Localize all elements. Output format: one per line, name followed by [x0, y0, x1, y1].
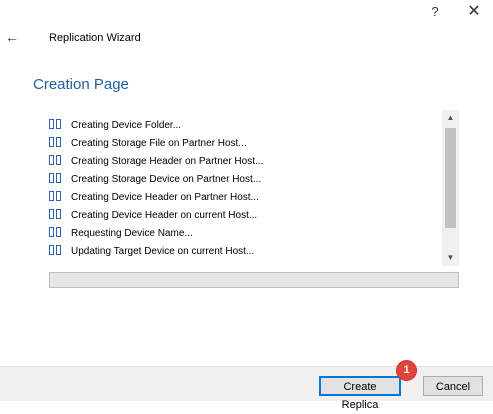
log-item-text: Updating Target Device on current Host..…: [71, 245, 255, 257]
log-item-text: Creating Device Header on Partner Host..…: [71, 191, 259, 203]
log-list: Creating Device Folder... Creating Stora…: [49, 110, 441, 266]
page-title: Creation Page: [33, 76, 129, 93]
log-panel: Creating Device Folder... Creating Stora…: [49, 110, 460, 266]
scroll-down-arrow-icon[interactable]: ▼: [442, 250, 459, 266]
list-item: Updating Target Device on current Host..…: [49, 242, 441, 260]
log-item-text: Creating Storage Header on Partner Host.…: [71, 155, 264, 167]
device-icon: [49, 137, 67, 149]
close-button[interactable]: ✕: [464, 2, 484, 22]
device-icon: [49, 227, 67, 239]
log-item-text: Creating Storage File on Partner Host...: [71, 137, 247, 149]
scroll-up-arrow-icon[interactable]: ▲: [442, 110, 459, 126]
log-scrollbar[interactable]: ▲ ▼: [442, 110, 459, 266]
progress-bar: [49, 272, 459, 288]
device-icon: [49, 191, 67, 203]
list-item: Creating Device Header on current Host..…: [49, 206, 441, 224]
footer-bar: [0, 366, 493, 401]
log-item-text: Creating Storage Device on Partner Host.…: [71, 173, 262, 185]
create-replica-button[interactable]: Create Replica: [319, 376, 401, 411]
list-item: Creating Storage File on Partner Host...: [49, 134, 441, 152]
list-item: Requesting Device Name...: [49, 224, 441, 242]
device-icon: [49, 173, 67, 185]
help-button[interactable]: ?: [426, 2, 444, 22]
title-bar: ? ✕: [0, 0, 493, 30]
device-icon: [49, 155, 67, 167]
device-icon: [49, 209, 67, 221]
window-title: Replication Wizard: [49, 32, 141, 44]
list-item: Creating Device Header on Partner Host..…: [49, 188, 441, 206]
step-badge: 1: [396, 360, 417, 381]
back-arrow-icon[interactable]: ←: [3, 28, 21, 46]
log-item-text: Requesting Device Name...: [71, 227, 193, 239]
list-item: Creating Storage Header on Partner Host.…: [49, 152, 441, 170]
list-item: Creating Storage Device on Partner Host.…: [49, 170, 441, 188]
log-item-text: Creating Device Header on current Host..…: [71, 209, 258, 221]
list-item: Creating Device Folder...: [49, 116, 441, 134]
log-item-text: Creating Device Folder...: [71, 119, 182, 131]
scroll-thumb[interactable]: [445, 128, 456, 228]
device-icon: [49, 119, 67, 131]
device-icon: [49, 245, 67, 257]
cancel-button[interactable]: Cancel: [423, 376, 483, 396]
